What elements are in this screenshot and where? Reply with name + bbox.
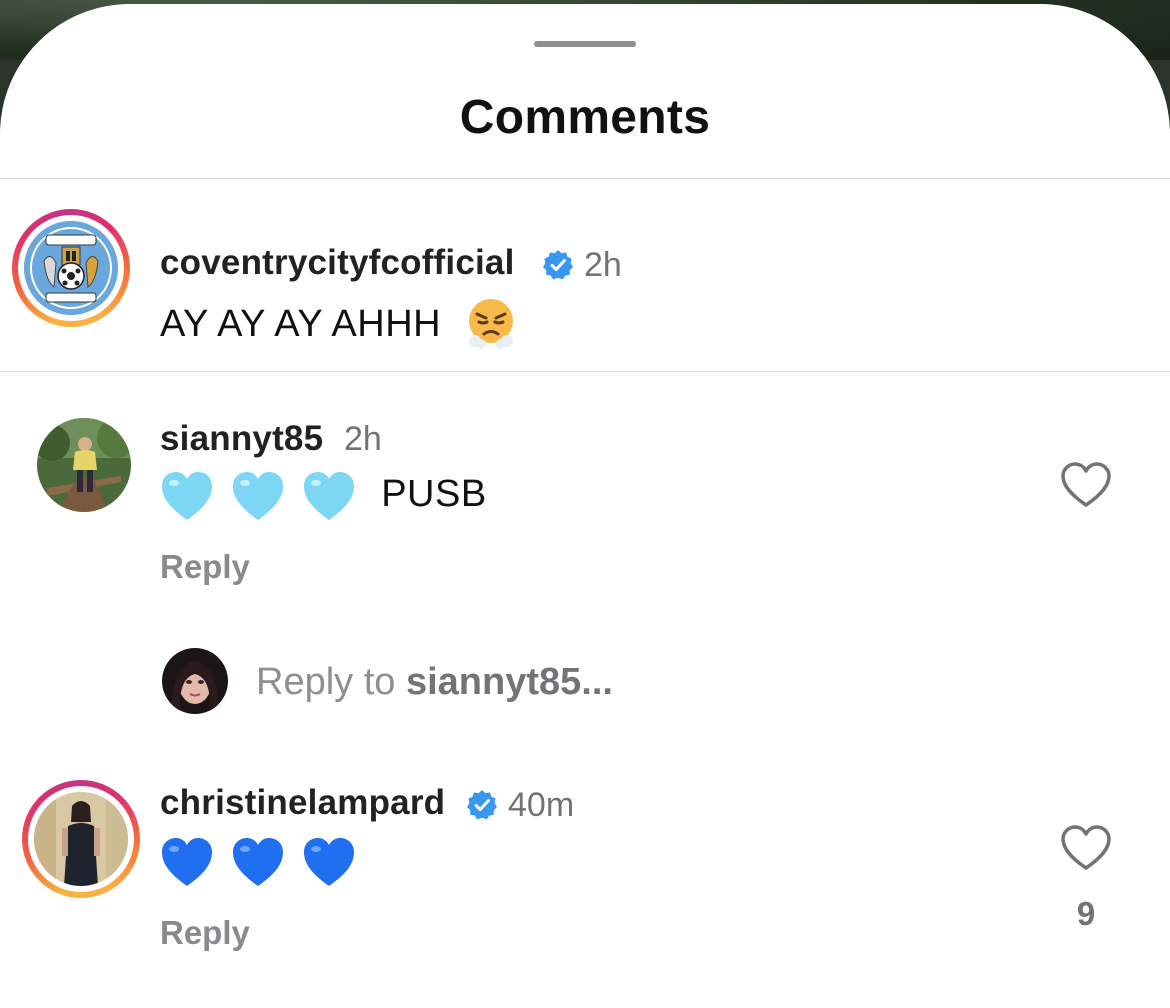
like-count: 9 [1076,895,1096,932]
reply-button[interactable]: Reply [160,547,250,587]
user-photo-icon [37,418,131,512]
user-photo-icon [34,792,128,886]
comment-text: PUSB [160,470,487,522]
blue-heart-icon [233,838,284,886]
reply-button[interactable]: Reply [160,913,250,953]
verified-badge-icon [467,790,497,820]
verified-badge-icon [543,250,573,280]
comments-sheet: Comments coventrycityfcofficial 2h AY AY… [0,4,1170,1008]
caption-divider [0,371,1170,372]
comment-text [160,836,356,888]
comment-username[interactable]: christinelampard [160,782,445,824]
light-blue-heart-icon [162,472,212,520]
header-divider [0,178,1170,179]
comment-time: 40m [508,786,575,824]
heart-outline-icon[interactable] [1060,461,1112,509]
heart-outline-icon[interactable] [1060,824,1112,872]
comment-username[interactable]: siannyt85 [160,418,323,460]
comment-time: 2h [584,246,622,284]
club-crest-icon [24,221,118,315]
user-photo-icon [162,648,228,714]
comment-username[interactable]: coventrycityfcofficial [160,242,515,284]
avatar-coventry[interactable] [12,209,130,327]
light-blue-heart-icon [233,472,284,520]
blue-heart-icon [162,838,212,886]
sheet-title: Comments [459,91,711,144]
avatar-christinelampard[interactable] [22,780,140,898]
light-blue-heart-icon [304,472,355,520]
avatar-siannyt85[interactable] [37,418,131,512]
comment-text-content: PUSB [381,473,487,516]
comment-time: 2h [344,420,382,458]
face-with-steam-icon [469,298,514,349]
current-user-avatar [162,648,228,714]
comment-text-content: AY AY AY AHHH [160,303,442,345]
sheet-grabber[interactable] [534,41,636,47]
blue-heart-icon [304,838,355,886]
comment-text: AY AY AY AHHH [160,298,518,350]
reply-target-username: siannyt85... [405,661,613,703]
reply-input[interactable]: Reply to siannyt85... [256,658,613,706]
